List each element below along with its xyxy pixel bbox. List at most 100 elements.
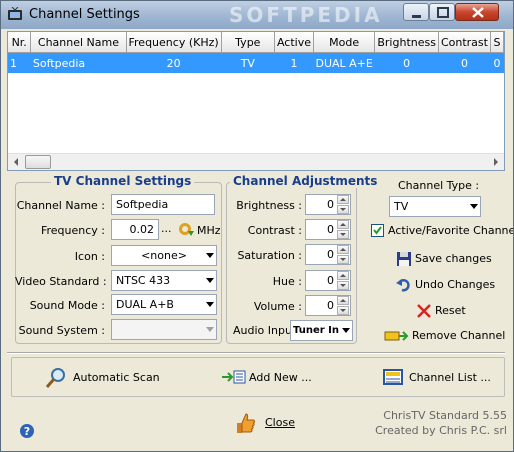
spin-down-icon[interactable] xyxy=(337,230,349,239)
version-text: ChrisTV Standard 5.55 xyxy=(383,409,507,422)
chevron-down-icon xyxy=(470,204,478,209)
column-header[interactable]: Mode xyxy=(313,32,376,53)
help-icon[interactable]: ? xyxy=(19,423,35,439)
sound-mode-select[interactable]: DUAL A+B xyxy=(111,294,217,315)
column-header[interactable]: S xyxy=(490,32,504,53)
scroll-thumb[interactable] xyxy=(25,155,51,169)
cell-nr: 1 xyxy=(8,52,31,73)
minimize-button[interactable] xyxy=(403,3,429,21)
audio-input-value: Tuner In xyxy=(293,325,339,336)
frequency-browse-button[interactable]: ... xyxy=(161,222,172,235)
spin-down-icon[interactable] xyxy=(337,306,349,315)
maximize-button[interactable] xyxy=(429,3,455,21)
channel-adjustments-title: Channel Adjustments xyxy=(230,174,381,188)
column-header[interactable]: Type xyxy=(221,32,275,53)
saturation-label: Saturation : xyxy=(237,249,302,262)
cell-frequency: 20 xyxy=(126,52,222,73)
active-favorite-checkbox[interactable] xyxy=(371,224,384,237)
window-title: Channel Settings xyxy=(29,7,140,22)
channel-type-select[interactable]: TV xyxy=(389,196,481,217)
channel-table[interactable]: Nr. Channel Name Frequency (KHz) Type Ac… xyxy=(7,31,505,171)
audio-input-select[interactable]: Tuner In xyxy=(290,320,353,341)
spin-down-icon[interactable] xyxy=(337,255,349,264)
column-header[interactable]: Nr. xyxy=(8,32,32,53)
hue-label: Hue : xyxy=(272,275,302,288)
spin-up-icon[interactable] xyxy=(337,195,349,204)
cell-contrast: 0 xyxy=(438,52,491,73)
reset-button[interactable]: Reset xyxy=(416,303,476,321)
channel-list-button[interactable]: Channel List ... xyxy=(382,368,492,388)
sound-mode-label: Sound Mode : xyxy=(29,299,105,312)
spin-up-icon[interactable] xyxy=(337,296,349,305)
undo-changes-button[interactable]: Undo Changes xyxy=(396,277,496,295)
cell-saturation: 0 xyxy=(490,52,504,73)
frequency-label: Frequency : xyxy=(40,224,105,237)
cell-channel-name: Softpedia xyxy=(30,52,126,73)
saturation-value: 0 xyxy=(327,248,334,261)
refresh-icon[interactable] xyxy=(177,221,195,237)
close-label: Close xyxy=(265,416,295,429)
undo-arrow-icon xyxy=(396,278,410,292)
saturation-spinner[interactable]: 0 xyxy=(305,244,351,265)
hue-value: 0 xyxy=(327,274,334,287)
cell-brightness: 0 xyxy=(374,52,439,73)
magnifier-icon xyxy=(45,368,65,388)
thumbs-up-icon xyxy=(237,413,255,433)
save-changes-button[interactable]: Save changes xyxy=(396,251,496,269)
volume-value: 0 xyxy=(327,299,334,312)
brightness-spinner[interactable]: 0 xyxy=(305,194,351,215)
brightness-value: 0 xyxy=(327,198,334,211)
title-bar: Channel Settings SOFTPEDIA xyxy=(1,1,513,29)
chevron-down-icon xyxy=(206,278,214,283)
channel-list-icon xyxy=(383,369,403,385)
checkmark-icon xyxy=(373,226,382,235)
tv-icon xyxy=(8,7,22,20)
spin-up-icon[interactable] xyxy=(337,271,349,280)
volume-label: Volume : xyxy=(253,300,302,313)
automatic-scan-label: Automatic Scan xyxy=(73,371,160,384)
chevron-down-icon xyxy=(342,328,350,333)
tv-channel-settings-title: TV Channel Settings xyxy=(51,174,195,188)
channel-settings-window: Channel Settings SOFTPEDIA Nr. Channel N… xyxy=(0,0,514,452)
add-new-button[interactable]: Add New ... xyxy=(221,368,312,388)
horizontal-scrollbar[interactable] xyxy=(8,153,504,170)
channel-type-value: TV xyxy=(394,200,409,213)
column-header[interactable]: Frequency (KHz) xyxy=(126,32,222,53)
column-header[interactable]: Brightness xyxy=(374,32,439,53)
spin-down-icon[interactable] xyxy=(337,281,349,290)
contrast-value: 0 xyxy=(327,223,334,236)
spin-up-icon[interactable] xyxy=(337,245,349,254)
column-header[interactable]: Contrast xyxy=(438,32,491,53)
active-favorite-label[interactable]: Active/Favorite Channel xyxy=(388,224,513,237)
icon-select-value: <none> xyxy=(141,249,187,262)
column-header[interactable]: Active xyxy=(274,32,314,53)
column-header[interactable]: Channel Name xyxy=(30,32,127,53)
frequency-unit: MHz xyxy=(197,224,221,237)
scroll-left-button[interactable] xyxy=(8,154,24,170)
sound-mode-value: DUAL A+B xyxy=(116,298,174,311)
spin-down-icon[interactable] xyxy=(337,205,349,214)
save-changes-label: Save changes xyxy=(415,252,492,265)
spin-up-icon[interactable] xyxy=(337,220,349,229)
automatic-scan-button[interactable]: Automatic Scan xyxy=(45,367,160,389)
contrast-spinner[interactable]: 0 xyxy=(305,219,351,240)
video-standard-select[interactable]: NTSC 433 xyxy=(111,270,217,291)
chevron-down-icon xyxy=(206,327,214,332)
hue-spinner[interactable]: 0 xyxy=(305,270,351,291)
video-standard-label: Video Standard : xyxy=(15,275,107,288)
scroll-right-button[interactable] xyxy=(488,154,504,170)
volume-spinner[interactable]: 0 xyxy=(305,295,351,316)
channel-type-label: Channel Type : xyxy=(398,179,480,192)
sound-system-select[interactable] xyxy=(111,319,217,340)
audio-input-label: Audio Input xyxy=(233,324,297,337)
frequency-input[interactable]: 0.02 xyxy=(111,219,159,240)
icon-select[interactable]: <none> xyxy=(111,245,217,266)
table-row[interactable]: 1 Softpedia 20 TV 1 DUAL A+E 0 0 0 xyxy=(8,52,504,73)
channel-name-input[interactable]: Softpedia xyxy=(111,194,215,215)
chevron-down-icon xyxy=(206,253,214,258)
contrast-label: Contrast : xyxy=(247,224,302,237)
remove-channel-button[interactable]: Remove Channel xyxy=(383,328,505,346)
close-window-button[interactable] xyxy=(455,3,499,21)
close-button[interactable]: Close xyxy=(234,411,304,435)
minimize-icon xyxy=(412,15,421,18)
